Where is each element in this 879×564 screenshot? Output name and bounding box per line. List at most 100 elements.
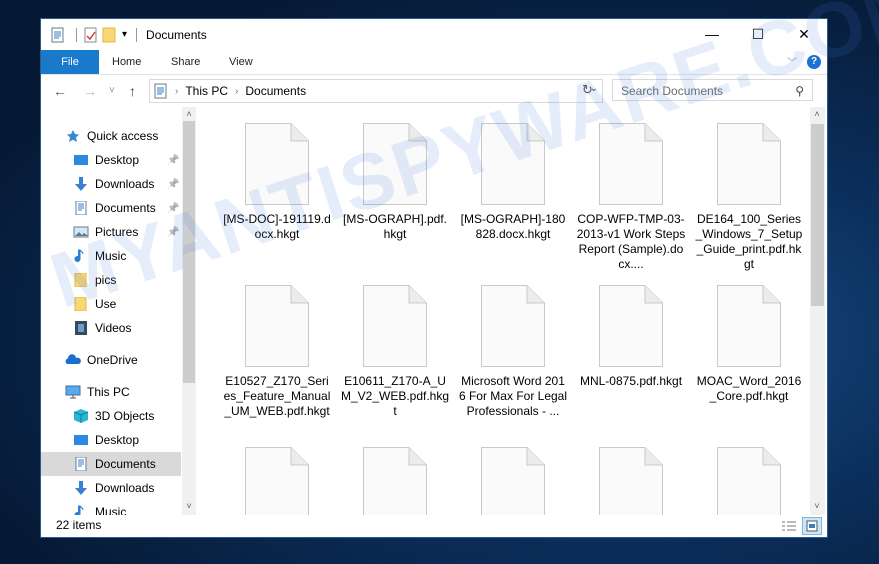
file-item[interactable] — [218, 447, 336, 515]
maximize-button[interactable]: ☐ — [735, 19, 781, 49]
file-item[interactable] — [572, 447, 690, 515]
sidebar-item-pictures[interactable]: Pictures 📌 — [41, 220, 181, 244]
file-item[interactable]: E10527_Z170_Series_Feature_Manual_UM_WEB… — [218, 285, 336, 419]
sidebar-item-music[interactable]: Music — [41, 500, 181, 515]
breadcrumb-this-pc[interactable]: This PC — [185, 84, 228, 98]
sidebar-item-label: Documents — [95, 457, 156, 471]
ribbon: File Home Share View ﹀ ? — [41, 50, 827, 75]
file-item[interactable]: [MS-OGRAPH]-180828.docx.hkgt — [454, 123, 572, 242]
large-icons-view-button[interactable] — [802, 517, 822, 535]
sidebar-item-quick-access[interactable]: Quick access — [41, 124, 181, 148]
sidebar-item-desktop[interactable]: Desktop — [41, 428, 181, 452]
scrollbar-thumb[interactable] — [811, 124, 824, 306]
file-item[interactable]: COP-WFP-TMP-03-2013-v1 Work Steps Report… — [572, 123, 690, 272]
search-input[interactable]: Search Documents ⚲ — [612, 79, 813, 101]
sidebar-item-videos[interactable]: Videos — [41, 316, 181, 340]
file-item[interactable]: MNL-0875.pdf.hkgt — [572, 285, 690, 389]
sidebar-item-use[interactable]: Use — [41, 292, 181, 316]
folder-icon — [73, 272, 89, 288]
desktop-icon — [73, 433, 89, 447]
sidebar-item-label: Downloads — [95, 481, 155, 495]
sidebar-item-label: 3D Objects — [95, 409, 155, 423]
navigation-pane-scrollbar[interactable]: ˄ ˅ — [182, 107, 196, 515]
file-explorer-window: ▾ Documents — ☐ ✕ File Home Share View ﹀… — [41, 19, 827, 537]
sidebar-item-label: Desktop — [95, 433, 140, 447]
file-name: E10611_Z170-A_UM_V2_WEB.pdf.hkgt — [340, 374, 450, 418]
recent-locations-chevron-icon[interactable]: ˅ — [109, 85, 115, 96]
scroll-up-icon[interactable]: ˄ — [810, 109, 824, 119]
large-icons-view-icon — [806, 520, 818, 532]
generic-file-icon — [245, 285, 309, 367]
sidebar-item-downloads[interactable]: Downloads 📌 — [41, 172, 181, 196]
file-item[interactable] — [336, 447, 454, 515]
tab-share[interactable]: Share — [171, 50, 200, 74]
sidebar-item-label: Pictures — [95, 225, 139, 239]
sidebar-item-onedrive[interactable]: OneDrive — [41, 348, 181, 372]
file-name: [MS-OGRAPH]-180828.docx.hkgt — [460, 212, 566, 241]
quick-access-toolbar: ▾ Documents — [51, 27, 207, 43]
file-item[interactable] — [690, 447, 808, 515]
file-item[interactable]: [MS-DOC]-191119.docx.hkgt — [218, 123, 336, 242]
sidebar-item-music[interactable]: Music — [41, 244, 181, 268]
back-arrow-icon[interactable]: ← — [53, 83, 67, 99]
generic-file-icon — [481, 285, 545, 367]
close-button[interactable]: ✕ — [781, 19, 827, 49]
generic-file-icon — [481, 447, 545, 515]
help-icon[interactable]: ? — [807, 54, 821, 69]
sidebar-item-this-pc[interactable]: This PC — [41, 380, 181, 404]
forward-arrow-icon[interactable]: → — [83, 83, 97, 99]
scroll-down-icon[interactable]: ˅ — [810, 501, 824, 511]
refresh-icon[interactable]: ↻ — [582, 82, 593, 98]
file-name: COP-WFP-TMP-03-2013-v1 Work Steps Report… — [576, 212, 686, 271]
file-list: [MS-DOC]-191119.docx.hkgt [MS-OGRAPH].pdf… — [199, 107, 809, 515]
sidebar-item-desktop[interactable]: Desktop 📌 — [41, 148, 181, 172]
status-bar: 22 items — [41, 515, 827, 537]
onedrive-icon — [65, 353, 81, 367]
file-item[interactable]: Microsoft Word 2016 For Max For Legal Pr… — [454, 285, 572, 419]
generic-file-icon — [599, 285, 663, 367]
sidebar-item-label: pics — [95, 273, 117, 287]
sidebar-item-label: Documents — [95, 201, 156, 215]
up-arrow-icon[interactable]: ↑ — [129, 83, 136, 99]
tab-view[interactable]: View — [229, 50, 253, 74]
sidebar-item-pics[interactable]: pics — [41, 268, 181, 292]
star-icon — [65, 129, 81, 143]
properties-check-icon[interactable] — [84, 27, 98, 43]
document-properties-icon[interactable] — [51, 27, 65, 43]
sidebar-item-documents[interactable]: Documents — [41, 452, 181, 476]
new-folder-icon[interactable] — [102, 27, 116, 43]
breadcrumb-documents[interactable]: Documents — [245, 84, 306, 98]
generic-file-icon — [481, 123, 545, 205]
expand-ribbon-chevron-down-icon[interactable]: ﹀ — [787, 54, 797, 69]
file-name: DE164_100_Series_Windows_7_Setup_Guide_p… — [695, 212, 803, 271]
scroll-up-icon[interactable]: ˄ — [182, 109, 196, 119]
sidebar-item-label: Desktop — [95, 153, 140, 167]
file-list-scrollbar[interactable]: ˄ ˅ — [810, 107, 825, 515]
file-item[interactable]: [MS-OGRAPH].pdf.hkgt — [336, 123, 454, 242]
tab-home[interactable]: Home — [112, 50, 141, 74]
breadcrumb-chevron-icon: › — [235, 85, 239, 97]
file-name: E10527_Z170_Series_Feature_Manual_UM_WEB… — [223, 374, 331, 418]
music-icon — [73, 249, 89, 263]
sidebar-item-label: Use — [95, 297, 117, 311]
file-name: MNL-0875.pdf.hkgt — [579, 374, 683, 388]
sidebar-item-label: This PC — [87, 385, 130, 399]
sidebar-item-3d-objects[interactable]: 3D Objects — [41, 404, 181, 428]
window-title: Documents — [146, 27, 207, 42]
generic-file-icon — [245, 447, 309, 515]
scroll-down-icon[interactable]: ˅ — [182, 501, 196, 511]
scrollbar-thumb[interactable] — [183, 121, 195, 383]
file-item[interactable]: MOAC_Word_2016_Core.pdf.hkgt — [690, 285, 808, 404]
customize-toolbar-icon[interactable]: ▾ — [122, 29, 127, 40]
address-bar[interactable]: › This PC › Documents ⌄ — [149, 79, 603, 103]
tab-file[interactable]: File — [41, 50, 99, 74]
file-item[interactable]: E10611_Z170-A_UM_V2_WEB.pdf.hkgt — [336, 285, 454, 419]
sidebar-item-downloads[interactable]: Downloads — [41, 476, 181, 500]
details-view-button[interactable] — [779, 517, 799, 535]
file-item[interactable] — [454, 447, 572, 515]
search-icon[interactable]: ⚲ — [795, 80, 804, 102]
sidebar-item-documents[interactable]: Documents 📌 — [41, 196, 181, 220]
file-item[interactable]: DE164_100_Series_Windows_7_Setup_Guide_p… — [690, 123, 808, 272]
toolbar-separator — [76, 27, 77, 42]
minimize-button[interactable]: — — [689, 19, 735, 49]
